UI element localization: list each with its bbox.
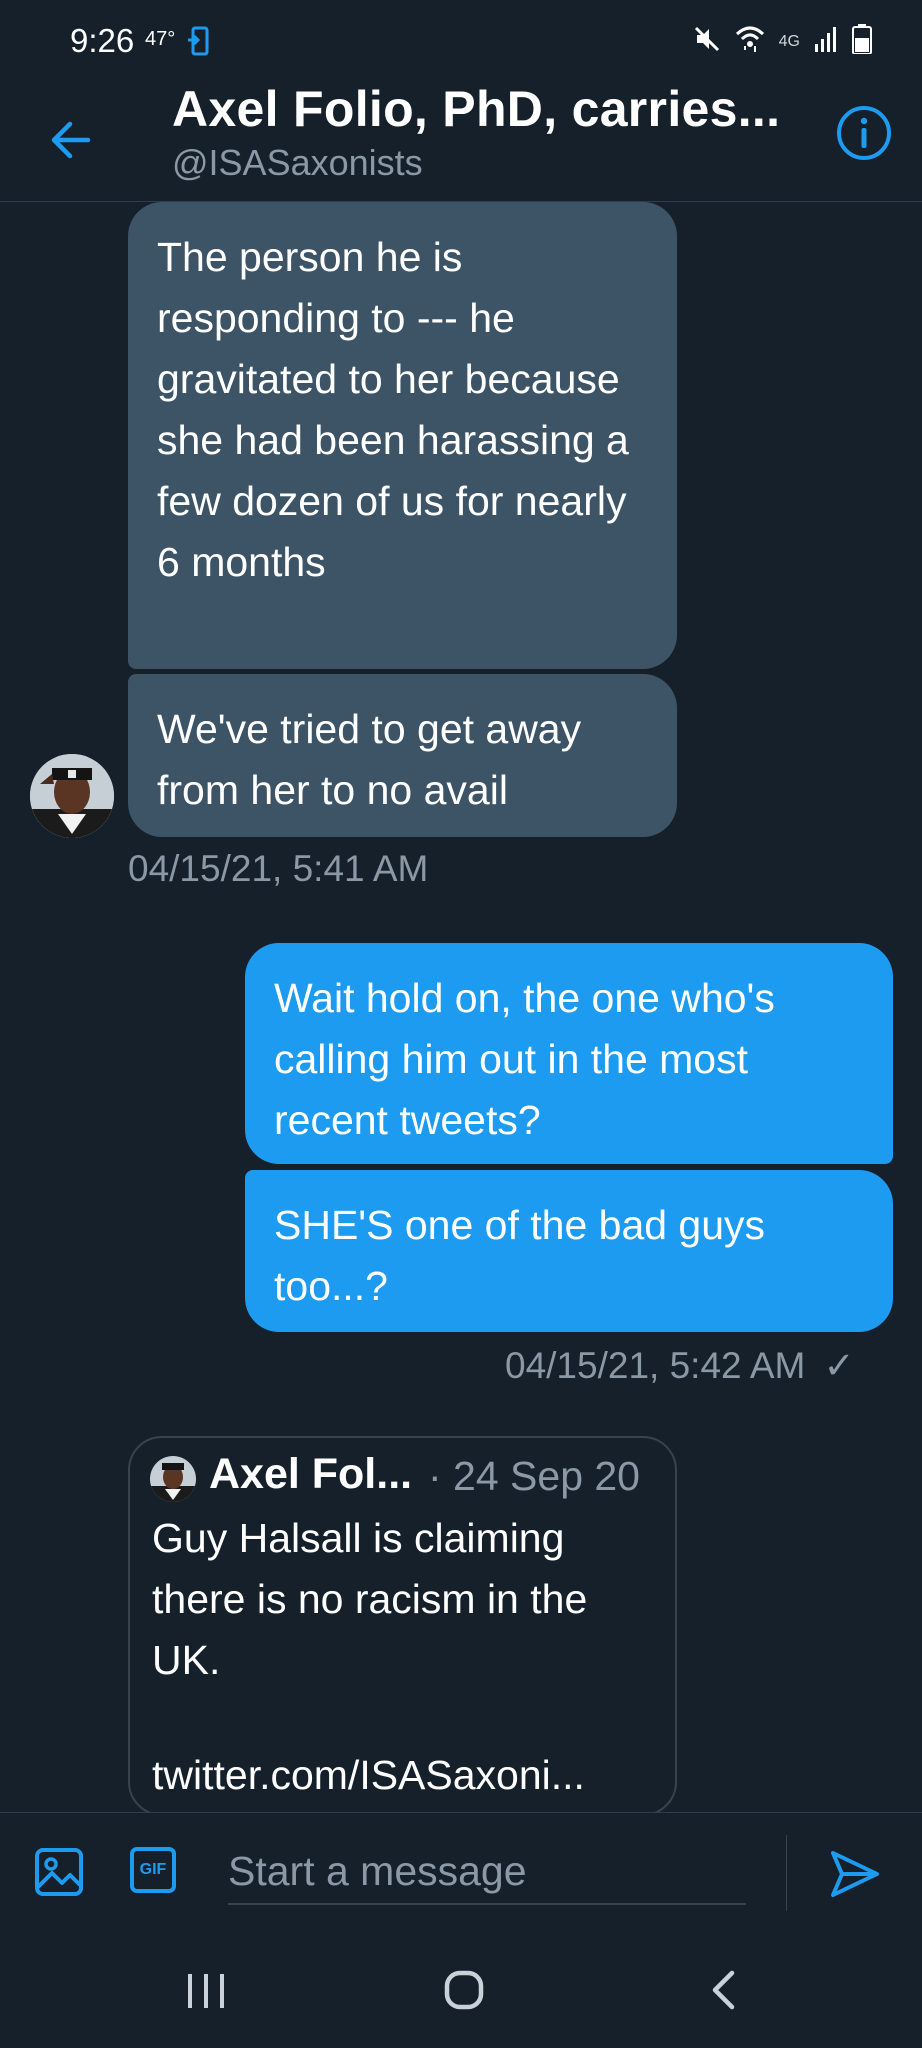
send-button[interactable] <box>830 1849 880 1904</box>
image-icon <box>34 1848 84 1901</box>
info-button[interactable] <box>836 105 892 161</box>
status-temperature: 47° <box>145 28 176 50</box>
send-icon <box>830 1851 880 1903</box>
back-button[interactable] <box>40 112 100 172</box>
wifi-icon <box>735 24 765 59</box>
network-label: 4G <box>778 32 800 50</box>
message-timestamp: 04/15/21, 5:41 AM <box>128 848 429 889</box>
quoted-author-name: Axel Fol... <box>209 1450 413 1498</box>
message-text: SHE'S one of the bad guys too...? <box>274 1202 766 1309</box>
quoted-tweet-card[interactable]: Axel Fol... · 24 Sep 20 Guy Halsall is c… <box>128 1436 677 1816</box>
quoted-author-avatar <box>150 1456 196 1502</box>
status-icons: 4G <box>693 24 872 59</box>
incoming-message-bubble[interactable]: The person he is responding to --- he gr… <box>128 202 677 669</box>
phone-sync-icon <box>188 26 210 61</box>
message-text: The person he is responding to --- he gr… <box>157 234 629 585</box>
conversation-title[interactable]: Axel Folio, PhD, carries... <box>172 80 780 138</box>
recents-icon <box>186 1974 226 2014</box>
add-gif-button[interactable]: GIF <box>130 1847 176 1893</box>
incoming-message-bubble[interactable]: We've tried to get away from her to no a… <box>128 674 677 837</box>
mute-icon <box>693 25 721 58</box>
signal-icon <box>814 26 838 57</box>
battery-icon <box>852 24 872 59</box>
quoted-tweet-date: · 24 Sep 20 <box>428 1453 640 1499</box>
composer-divider <box>786 1835 787 1911</box>
conversation-header: Axel Folio, PhD, carries... @ISASaxonist… <box>0 80 922 202</box>
add-image-button[interactable] <box>34 1847 84 1902</box>
outgoing-message-bubble[interactable]: SHE'S one of the bad guys too...? <box>245 1170 893 1332</box>
system-navigation-bar <box>0 1934 922 2048</box>
quoted-tweet-link[interactable]: twitter.com/ISASaxoni... <box>152 1752 585 1799</box>
status-bar: 9:26 47° 4G <box>0 0 922 80</box>
message-text: Wait hold on, the one who's calling him … <box>274 975 775 1143</box>
quoted-tweet-text: Guy Halsall is claiming there is no raci… <box>152 1515 588 1683</box>
avatar[interactable] <box>30 754 114 838</box>
status-time: 9:26 <box>70 22 135 59</box>
gif-icon: GIF <box>130 1847 176 1893</box>
message-input[interactable] <box>228 1839 746 1905</box>
message-composer: GIF <box>0 1812 922 1933</box>
message-text: We've tried to get away from her to no a… <box>157 706 582 813</box>
info-icon <box>836 106 892 165</box>
home-button[interactable] <box>444 1970 484 2015</box>
message-timestamp: 04/15/21, 5:42 AM ✓ <box>505 1344 855 1387</box>
gif-label: GIF <box>139 1861 167 1878</box>
read-receipt-icon: ✓ <box>823 1345 855 1386</box>
home-icon <box>444 1970 484 2014</box>
nav-back-button[interactable] <box>710 1970 736 2015</box>
outgoing-message-bubble[interactable]: Wait hold on, the one who's calling him … <box>245 943 893 1164</box>
nav-back-icon <box>710 1970 736 2014</box>
back-arrow-icon <box>48 120 92 165</box>
conversation-handle[interactable]: @ISASaxonists <box>172 142 423 184</box>
recents-button[interactable] <box>186 1972 226 2015</box>
message-timestamp-text: 04/15/21, 5:42 AM <box>505 1345 806 1386</box>
